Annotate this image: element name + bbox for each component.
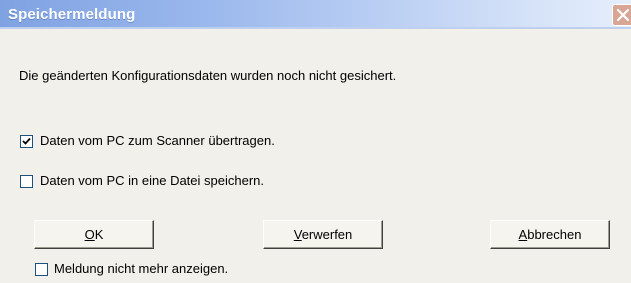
label-transfer-to-scanner[interactable]: Daten vom PC zum Scanner übertragen. — [40, 133, 275, 148]
checkmark-icon — [22, 137, 31, 145]
checkbox-dont-show-again[interactable] — [35, 263, 48, 276]
discard-mnemonic: V — [293, 227, 302, 242]
checkbox-save-to-file[interactable] — [20, 175, 33, 188]
ok-button[interactable]: OK — [34, 220, 154, 249]
label-save-to-file[interactable]: Daten vom PC in eine Datei speichern. — [40, 173, 264, 188]
dialog-body: Die geänderten Konfigurationsdaten wurde… — [0, 29, 631, 283]
cancel-mnemonic: A — [518, 227, 528, 242]
dialog-window: Speichermeldung Die geänderten Konfigura… — [0, 0, 631, 283]
window-title: Speichermeldung — [8, 6, 136, 23]
discard-label: erwerfen — [301, 227, 353, 242]
discard-button[interactable]: Verwerfen — [263, 220, 383, 249]
cancel-label: bbrechen — [527, 227, 582, 242]
cancel-button[interactable]: Abbrechen — [490, 220, 610, 249]
close-icon — [616, 8, 630, 22]
close-button[interactable] — [612, 4, 631, 26]
ok-mnemonic: O — [84, 227, 95, 242]
label-dont-show-again[interactable]: Meldung nicht mehr anzeigen. — [54, 261, 228, 276]
ok-label: K — [94, 227, 104, 242]
title-bar[interactable]: Speichermeldung — [0, 0, 631, 29]
message-text: Die geänderten Konfigurationsdaten wurde… — [19, 68, 397, 83]
checkbox-transfer-to-scanner[interactable] — [20, 135, 33, 148]
